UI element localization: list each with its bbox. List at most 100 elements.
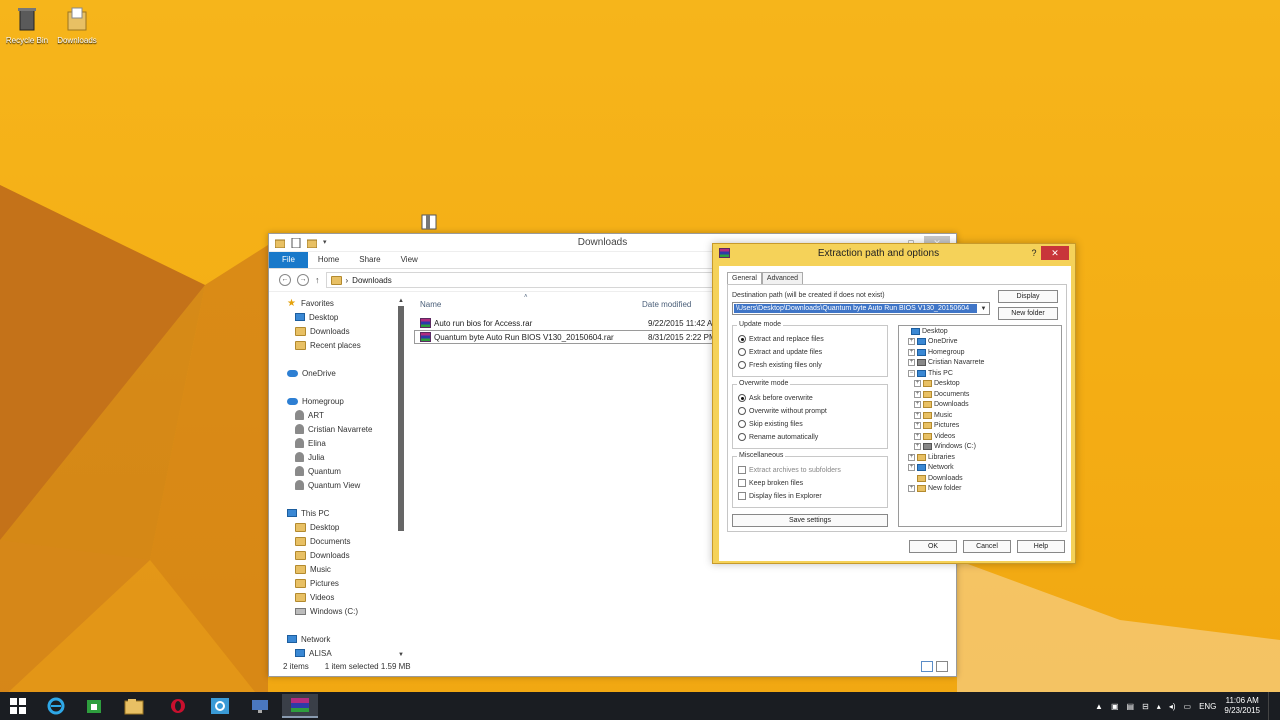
display-button[interactable]: Display xyxy=(998,290,1058,303)
help-icon[interactable]: ? xyxy=(1027,248,1041,258)
destination-path-combobox[interactable]: \Users\Desktop\Downloads\Quantum byte Au… xyxy=(732,302,990,315)
cancel-button[interactable]: Cancel xyxy=(963,540,1011,553)
taskbar-store[interactable] xyxy=(76,694,112,718)
show-hidden-icons-icon[interactable]: ▲ xyxy=(1095,702,1103,711)
breadcrumb[interactable]: Downloads xyxy=(352,276,392,285)
help-button[interactable]: Help xyxy=(1017,540,1065,553)
checkbox-keep-broken[interactable]: Keep broken files xyxy=(738,479,803,487)
radio-rename-auto[interactable]: Rename automatically xyxy=(738,433,818,441)
ok-button[interactable]: OK xyxy=(909,540,957,553)
nav-item-pc-pictures[interactable]: Pictures xyxy=(269,576,399,590)
radio-overwrite-no-prompt[interactable]: Overwrite without prompt xyxy=(738,407,827,415)
tree-node[interactable]: + Libraries xyxy=(899,452,1061,463)
tree-node[interactable]: − This PC xyxy=(899,368,1061,379)
nav-scrollbar[interactable]: ▲ ▼ xyxy=(397,298,405,658)
desktop-icon-recycle-bin[interactable]: Recycle Bin xyxy=(2,4,52,45)
expand-icon[interactable]: + xyxy=(914,401,921,409)
forward-icon[interactable]: → xyxy=(297,274,309,286)
taskbar-winrar[interactable] xyxy=(282,694,318,718)
language-indicator[interactable]: ENG xyxy=(1199,702,1216,711)
expand-icon[interactable]: + xyxy=(908,485,915,493)
tree-node[interactable]: + Pictures xyxy=(899,421,1061,432)
tree-node[interactable]: + Homegroup xyxy=(899,347,1061,358)
expand-icon[interactable]: + xyxy=(908,338,915,346)
tree-node[interactable]: + Network xyxy=(899,463,1061,474)
taskbar-opera[interactable] xyxy=(160,694,196,718)
taskbar-remote-app[interactable] xyxy=(242,694,278,718)
destination-path-value[interactable]: \Users\Desktop\Downloads\Quantum byte Au… xyxy=(734,304,977,313)
tree-node[interactable]: + Videos xyxy=(899,431,1061,442)
nav-item-quantum[interactable]: Quantum xyxy=(269,464,399,478)
nav-item-pc-desktop[interactable]: Desktop xyxy=(269,520,399,534)
monitor-icon[interactable]: ▣ xyxy=(1111,702,1119,711)
new-folder-icon[interactable] xyxy=(306,238,318,248)
nav-item-quantum-view[interactable]: Quantum View xyxy=(269,478,399,492)
expand-icon[interactable]: + xyxy=(908,464,915,472)
taskbar-network-app[interactable] xyxy=(202,694,238,718)
tree-node[interactable]: + Windows (C:) xyxy=(899,442,1061,453)
nav-this-pc[interactable]: This PC xyxy=(269,506,399,520)
new-folder-button[interactable]: New folder xyxy=(998,307,1058,320)
usb-icon[interactable]: ⊟ xyxy=(1142,702,1149,711)
expand-icon[interactable]: + xyxy=(914,411,921,419)
expand-icon[interactable]: + xyxy=(914,390,921,398)
start-button[interactable] xyxy=(0,694,36,718)
nav-item-pc-videos[interactable]: Videos xyxy=(269,590,399,604)
radio-ask-overwrite[interactable]: Ask before overwrite xyxy=(738,394,813,402)
tree-node[interactable]: + OneDrive xyxy=(899,337,1061,348)
expand-icon[interactable]: + xyxy=(908,359,915,367)
save-settings-button[interactable]: Save settings xyxy=(732,514,888,527)
nav-homegroup[interactable]: Homegroup xyxy=(269,394,399,408)
expand-icon[interactable]: + xyxy=(908,348,915,356)
radio-fresh-only[interactable]: Fresh existing files only xyxy=(738,361,822,369)
nav-item-recent[interactable]: Recent places xyxy=(269,338,399,352)
tab-view[interactable]: View xyxy=(391,252,428,268)
tree-node[interactable]: + Downloads xyxy=(899,400,1061,411)
taskbar-internet-explorer[interactable] xyxy=(38,694,74,718)
wifi-icon[interactable]: ▴ xyxy=(1157,702,1161,711)
folder-tree[interactable]: Desktop + OneDrive + Homegroup + Cristian Nava… xyxy=(898,325,1062,527)
device-icon[interactable]: ▤ xyxy=(1127,702,1135,711)
customize-toolbar-icon[interactable]: ▾ xyxy=(323,238,333,248)
expand-icon[interactable]: + xyxy=(914,443,921,451)
show-desktop-button[interactable] xyxy=(1268,692,1272,720)
radio-skip-existing[interactable]: Skip existing files xyxy=(738,420,803,428)
large-icons-view-icon[interactable] xyxy=(936,661,948,672)
expand-icon[interactable]: + xyxy=(908,453,915,461)
tree-node[interactable]: + Desktop xyxy=(899,379,1061,390)
taskbar-file-explorer[interactable] xyxy=(116,694,152,718)
scroll-up-icon[interactable]: ▲ xyxy=(397,298,405,304)
column-name[interactable]: Name ˄ xyxy=(414,294,642,309)
nav-item-art[interactable]: ART xyxy=(269,408,399,422)
nav-item-downloads[interactable]: Downloads xyxy=(269,324,399,338)
tree-node[interactable]: + Cristian Navarrete xyxy=(899,358,1061,369)
tab-file[interactable]: File xyxy=(269,252,308,268)
tab-advanced[interactable]: Advanced xyxy=(761,272,804,284)
nav-item-pc-documents[interactable]: Documents xyxy=(269,534,399,548)
desktop-icon-downloads[interactable]: Downloads xyxy=(52,4,102,45)
scroll-thumb[interactable] xyxy=(398,306,404,531)
nav-onedrive[interactable]: OneDrive xyxy=(269,366,399,380)
tab-share[interactable]: Share xyxy=(349,252,390,268)
tab-home[interactable]: Home xyxy=(308,252,349,268)
nav-network[interactable]: Network xyxy=(269,632,399,646)
tree-node[interactable]: + Documents xyxy=(899,389,1061,400)
tree-node[interactable]: Downloads xyxy=(899,473,1061,484)
nav-favorites[interactable]: ★ Favorites xyxy=(269,296,399,310)
details-view-icon[interactable] xyxy=(921,661,933,672)
battery-icon[interactable]: ▭ xyxy=(1184,702,1192,711)
checkbox-extract-subfolders[interactable]: Extract archives to subfolders xyxy=(738,466,841,474)
expand-icon[interactable]: + xyxy=(914,422,921,430)
expand-icon[interactable]: + xyxy=(914,432,921,440)
back-icon[interactable]: ← xyxy=(279,274,291,286)
radio-extract-update[interactable]: Extract and update files xyxy=(738,348,822,356)
close-icon[interactable]: ✕ xyxy=(1041,246,1069,260)
expand-icon[interactable]: + xyxy=(914,380,921,388)
tree-node[interactable]: + New folder xyxy=(899,484,1061,495)
volume-icon[interactable]: ◂) xyxy=(1169,702,1176,711)
tab-general[interactable]: General xyxy=(727,272,762,284)
nav-item-pc-windows[interactable]: Windows (C:) xyxy=(269,604,399,618)
tree-node[interactable]: Desktop xyxy=(899,326,1061,337)
checkbox-display-explorer[interactable]: Display files in Explorer xyxy=(738,492,822,500)
tree-node[interactable]: + Music xyxy=(899,410,1061,421)
